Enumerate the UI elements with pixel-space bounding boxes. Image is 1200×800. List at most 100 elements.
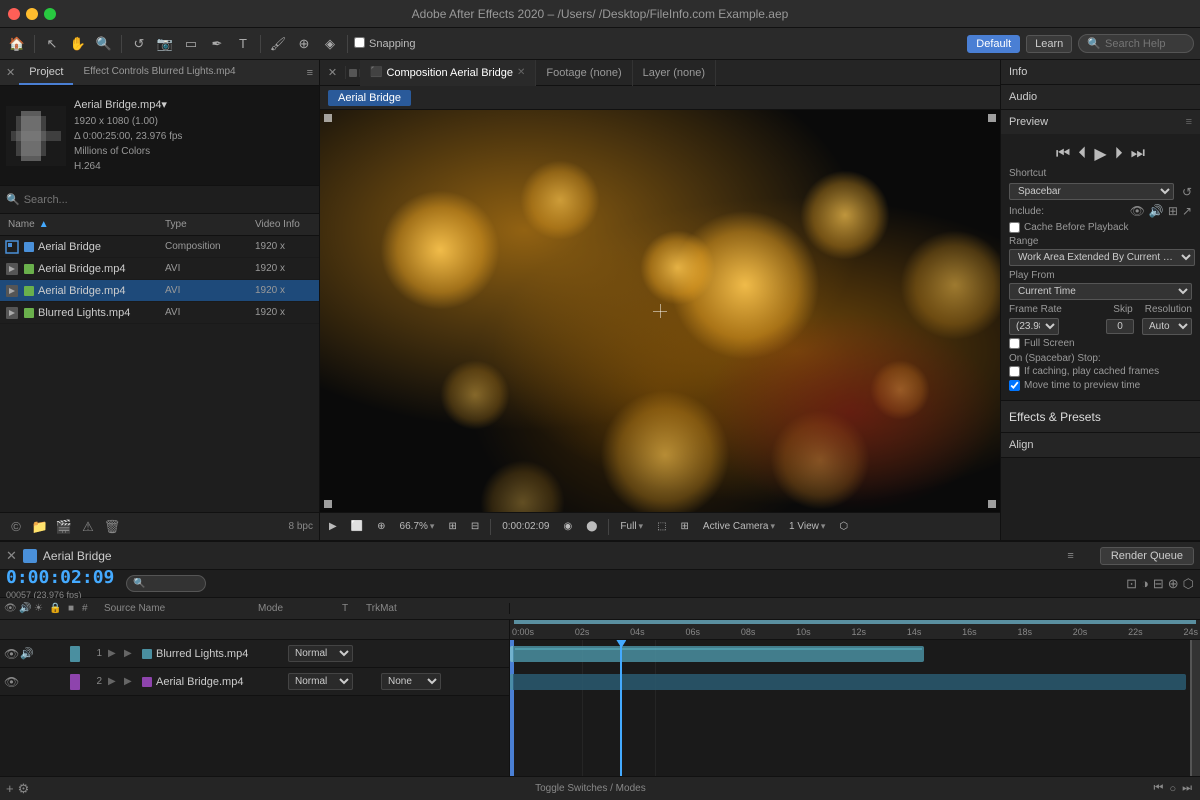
nav-circle-icon[interactable]: ○ xyxy=(1167,783,1178,795)
composition-tab-close[interactable]: ✕ xyxy=(517,67,525,78)
new-layer-icon[interactable]: + xyxy=(6,781,14,796)
go-to-end-icon[interactable]: ⏭ xyxy=(1131,145,1145,163)
snapping-checkbox[interactable] xyxy=(354,37,365,51)
timeline-playhead[interactable] xyxy=(620,640,622,776)
reset-shortcut-icon[interactable]: ↺ xyxy=(1182,185,1192,199)
step-back-icon[interactable]: ⏴ xyxy=(1078,145,1086,163)
effects-presets-section[interactable]: Effects & Presets xyxy=(1001,401,1200,433)
puppet-tool-icon[interactable]: ◈ xyxy=(319,33,341,55)
close-panel-icon[interactable]: ✕ xyxy=(6,66,15,79)
layer-2-visibility-icon[interactable]: 👁 xyxy=(4,675,18,689)
close-button[interactable] xyxy=(8,8,20,20)
layer-colors-icon[interactable]: ⊕ xyxy=(1168,576,1179,592)
new-folder-icon[interactable]: 📁 xyxy=(30,517,50,537)
list-item[interactable]: Aerial Bridge.mp4 AVI 1920 x xyxy=(0,258,319,280)
info-section-header[interactable]: Info xyxy=(1001,60,1200,84)
corner-handle-tl[interactable] xyxy=(324,114,332,122)
timeline-close-icon[interactable]: ✕ xyxy=(6,548,17,564)
timeline-bars-area[interactable] xyxy=(510,640,1200,776)
play-from-select[interactable]: Current Time xyxy=(1009,283,1192,300)
preview-section-header[interactable]: Preview ≡ xyxy=(1001,110,1200,134)
nav-start-icon[interactable]: ⏮ xyxy=(1152,782,1166,795)
clone-tool-icon[interactable]: ⊕ xyxy=(293,33,315,55)
step-forward-icon[interactable]: ⏵ xyxy=(1115,145,1123,163)
tab-effect-controls[interactable]: Effect Controls Blurred Lights.mp4 xyxy=(73,60,245,85)
layer-1-bar[interactable] xyxy=(510,646,924,662)
text-tool-icon[interactable]: T xyxy=(232,33,254,55)
panel-menu-icon[interactable]: ≡ xyxy=(307,67,313,79)
graph-editor-icon[interactable]: ⊟ xyxy=(1153,576,1164,592)
tab-composition-aerial-bridge[interactable]: ⬛ Composition Aerial Bridge ✕ xyxy=(360,60,536,86)
col-info[interactable]: Video Info xyxy=(255,219,315,230)
export-include-icon[interactable]: ↗ xyxy=(1182,204,1192,218)
viewer-settings-icon[interactable]: ⬜ xyxy=(346,520,368,533)
layer-1-visibility-icon[interactable]: 👁 xyxy=(4,647,18,661)
timecode-display[interactable]: 0:00:02:09 xyxy=(497,520,554,533)
overlay-include-icon[interactable]: ⊞ xyxy=(1168,204,1178,218)
audio-section-header[interactable]: Audio xyxy=(1001,85,1200,109)
learn-button[interactable]: Learn xyxy=(1026,35,1072,53)
col-name[interactable]: Name ▲ xyxy=(4,219,165,230)
layer-1-mode-select[interactable]: Normal xyxy=(288,645,353,662)
workspace-button[interactable]: Default xyxy=(967,35,1020,53)
region-of-interest-icon[interactable]: ⬚ xyxy=(652,520,671,533)
current-timecode[interactable]: 0:00:02:09 xyxy=(6,567,114,588)
align-section-header[interactable]: Align xyxy=(1001,433,1200,457)
select-tool-icon[interactable]: ↖ xyxy=(41,33,63,55)
range-select[interactable]: Work Area Extended By Current … xyxy=(1009,249,1195,266)
timeline-search-input[interactable] xyxy=(126,575,206,592)
new-comp-icon[interactable]: © xyxy=(6,517,26,537)
cache-frames-checkbox[interactable] xyxy=(1009,366,1020,377)
layer-2-expand-icon-2[interactable]: ▶ xyxy=(124,676,138,687)
layer-row-2[interactable]: 👁 2 ▶ ▶ Aerial Bridge.mp4 Normal xyxy=(0,668,509,696)
hand-tool-icon[interactable]: ✋ xyxy=(67,33,89,55)
preview-ram-icon[interactable]: ▶ xyxy=(324,520,342,533)
find-missing-icon[interactable]: ⚠ xyxy=(78,517,98,537)
play-icon[interactable]: ▶ xyxy=(1094,144,1106,164)
list-item[interactable]: Blurred Lights.mp4 AVI 1920 x xyxy=(0,302,319,324)
fit-to-viewer-icon[interactable]: ⊞ xyxy=(443,520,461,533)
draft-preview-icon[interactable]: ⬤ xyxy=(581,520,602,533)
tab-project[interactable]: Project xyxy=(19,60,73,85)
toggle-switches-label[interactable]: Toggle Switches / Modes xyxy=(535,783,646,794)
layer-row-1[interactable]: 👁 🔊 1 ▶ ▶ Blurred Lights.mp4 Normal xyxy=(0,640,509,668)
list-item[interactable]: Aerial Bridge Composition 1920 x xyxy=(0,236,319,258)
rectangle-tool-icon[interactable]: ▭ xyxy=(180,33,202,55)
layer-2-trkmat-select[interactable]: None xyxy=(381,673,441,690)
composition-viewer[interactable] xyxy=(320,110,1000,512)
zoom-tool-icon[interactable]: 🔍 xyxy=(93,33,115,55)
move-time-checkbox[interactable] xyxy=(1009,380,1020,391)
solo-switches-icon[interactable]: ⊡ xyxy=(1126,576,1137,592)
grid-guides-icon[interactable]: ⊟ xyxy=(466,520,484,533)
transparency-icon[interactable]: ⊞ xyxy=(676,520,694,533)
shortcut-select[interactable]: Spacebar xyxy=(1009,183,1174,200)
layer-1-expand-icon-2[interactable]: ▶ xyxy=(124,648,138,659)
footage-settings-icon[interactable]: 🎬 xyxy=(54,517,74,537)
col-type[interactable]: Type xyxy=(165,219,255,230)
layer-1-audio-icon[interactable]: 🔊 xyxy=(20,647,34,660)
solo-view-icon[interactable]: ◉ xyxy=(558,520,577,533)
video-include-icon[interactable]: 👁 xyxy=(1130,204,1145,218)
resolution-select[interactable]: Auto xyxy=(1142,318,1192,335)
zoom-control[interactable]: 66.7% xyxy=(395,520,440,533)
motion-blur-icon[interactable]: ◑ xyxy=(1141,576,1149,592)
layer-2-mode-select[interactable]: Normal xyxy=(288,673,353,690)
alpha-icon[interactable]: ⊕ xyxy=(372,520,390,533)
corner-handle-br[interactable] xyxy=(988,500,996,508)
corner-handle-tr[interactable] xyxy=(988,114,996,122)
quality-control[interactable]: Full xyxy=(615,520,648,533)
layer-1-expand-icon[interactable]: ▶ xyxy=(108,648,122,659)
nav-end-icon[interactable]: ⏭ xyxy=(1180,782,1194,795)
layer-settings-icon[interactable]: ⚙ xyxy=(18,781,30,797)
search-input[interactable] xyxy=(1105,38,1185,50)
layer-2-bar[interactable] xyxy=(510,674,1186,690)
rotate-tool-icon[interactable]: ↺ xyxy=(128,33,150,55)
comp-settings-icon[interactable]: ⬡ xyxy=(1183,576,1194,592)
home-icon[interactable]: 🏠 xyxy=(6,33,28,55)
viewer-options-icon[interactable]: ⬡ xyxy=(834,520,853,533)
paint-tool-icon[interactable]: 🖌 xyxy=(267,33,289,55)
active-camera-control[interactable]: Active Camera xyxy=(698,520,780,533)
render-queue-button[interactable]: Render Queue xyxy=(1100,547,1194,565)
cache-checkbox[interactable] xyxy=(1009,222,1020,233)
delete-icon[interactable]: 🗑 xyxy=(102,517,122,537)
